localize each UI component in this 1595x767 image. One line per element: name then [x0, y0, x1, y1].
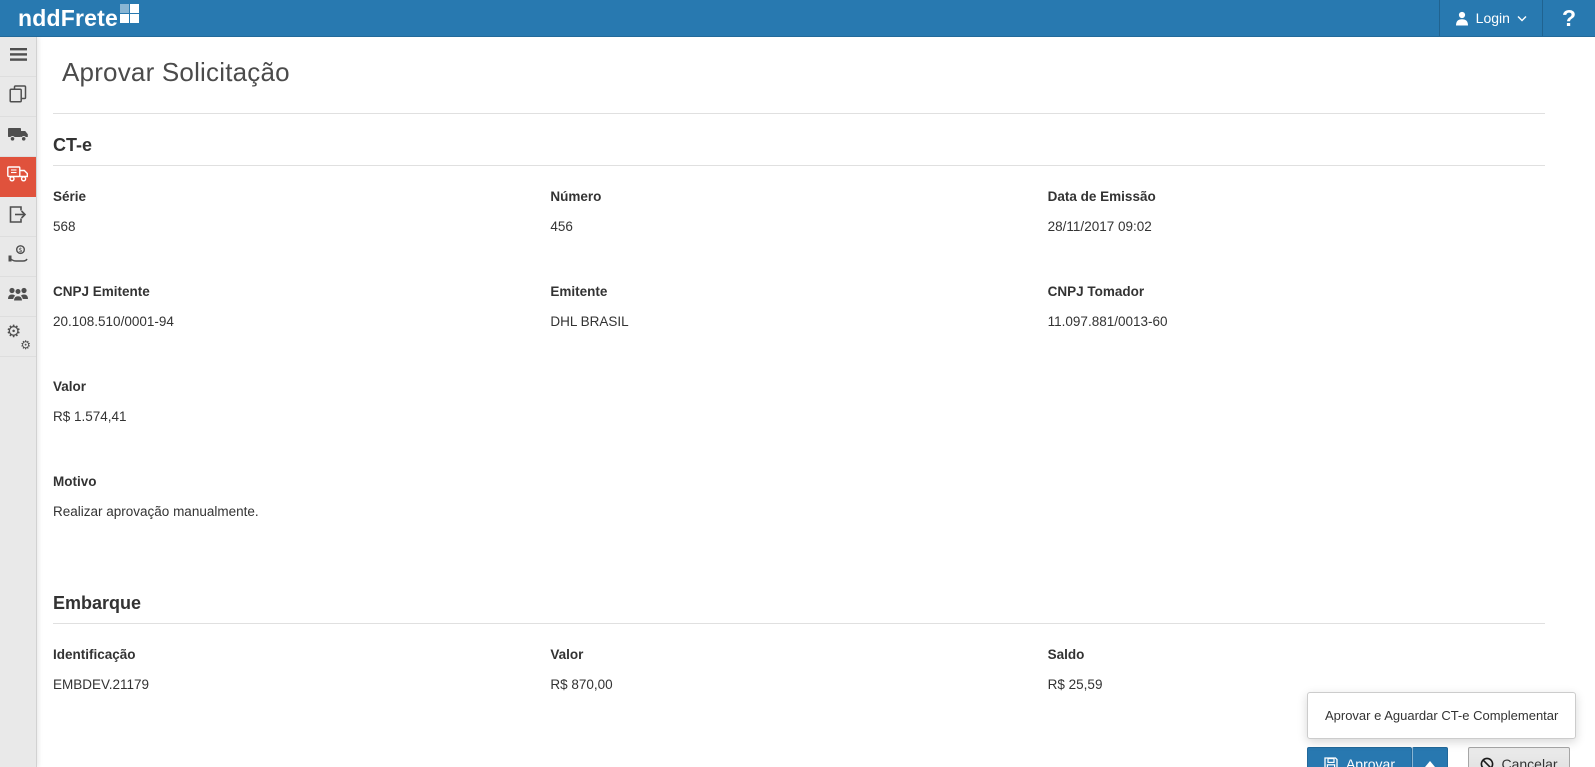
field-serie: Série 568 [53, 189, 550, 234]
field-value: 11.097.881/0013-60 [1048, 314, 1525, 329]
cancel-button[interactable]: Cancelar [1468, 747, 1570, 767]
question-icon: ? [1562, 5, 1576, 32]
cte-fields-row-2: CNPJ Emitente 20.108.510/0001-94 Emitent… [53, 284, 1545, 356]
logo-squares-icon [120, 4, 139, 23]
field-label: CNPJ Tomador [1048, 284, 1525, 299]
field-label: CNPJ Emitente [53, 284, 530, 299]
app-logo: nddFrete [18, 3, 139, 33]
divider [53, 165, 1545, 166]
users-group-icon [7, 286, 29, 307]
field-label: Emitente [550, 284, 1027, 299]
caret-up-icon [1425, 761, 1435, 767]
field-value: 28/11/2017 09:02 [1048, 219, 1525, 234]
sidebar-item-settings[interactable]: ⚙⚙ [0, 317, 36, 357]
field-numero: Número 456 [550, 189, 1047, 234]
field-label: Valor [550, 647, 1027, 662]
field-value: Realizar aprovação manualmente. [53, 504, 530, 519]
document-export-icon [9, 206, 27, 228]
field-value: EMBDEV.21179 [53, 677, 530, 692]
field-identificacao: Identificação EMBDEV.21179 [53, 647, 550, 692]
field-label: Número [550, 189, 1027, 204]
cancel-button-label: Cancelar [1501, 756, 1557, 767]
field-data-emissao: Data de Emissão 28/11/2017 09:02 [1048, 189, 1545, 234]
actions-row: Aprovar e Aguardar CT-e Complementar Apr… [53, 747, 1570, 767]
divider [53, 623, 1545, 624]
hamburger-icon [10, 48, 27, 66]
cte-fields-row-3: Valor R$ 1.574,41 [53, 379, 1545, 451]
copy-documents-icon [9, 85, 27, 108]
section-cte: CT-e Série 568 Número 456 Data de Emissã… [53, 135, 1545, 546]
app-header: nddFrete Login ? [0, 0, 1595, 37]
user-icon [1455, 11, 1469, 26]
field-value: 456 [550, 219, 1027, 234]
field-label: Identificação [53, 647, 530, 662]
cte-fields-row-4: Motivo Realizar aprovação manualmente. [53, 474, 1545, 546]
cte-fields-row-1: Série 568 Número 456 Data de Emissão 28/… [53, 189, 1545, 261]
field-value: 20.108.510/0001-94 [53, 314, 530, 329]
sidebar-item-payments[interactable]: $ [0, 237, 36, 277]
sidebar-item-users[interactable] [0, 277, 36, 317]
sidebar-item-menu-toggle[interactable] [0, 37, 36, 77]
section-heading-embarque: Embarque [53, 593, 1545, 614]
truck-icon [8, 127, 29, 147]
field-label: Valor [53, 379, 530, 394]
field-embarque-valor: Valor R$ 870,00 [550, 647, 1047, 692]
field-label: Data de Emissão [1048, 189, 1525, 204]
header-right: Login ? [1439, 0, 1595, 36]
ban-icon [1480, 757, 1494, 767]
menu-item-approve-wait-complementary[interactable]: Aprovar e Aguardar CT-e Complementar [1325, 708, 1558, 723]
approve-button-label: Aprovar [1346, 756, 1395, 767]
sidebar-item-fleet[interactable] [0, 117, 36, 157]
field-label: Série [53, 189, 530, 204]
field-value: R$ 1.574,41 [53, 409, 530, 424]
login-menu[interactable]: Login [1440, 0, 1542, 36]
save-icon [1324, 757, 1338, 767]
field-value: DHL BRASIL [550, 314, 1027, 329]
field-value: 568 [53, 219, 530, 234]
field-valor: Valor R$ 1.574,41 [53, 379, 550, 424]
logo-text: nddFrete [18, 3, 118, 33]
approve-split-button: Aprovar [1307, 747, 1448, 767]
truck-invoice-icon [7, 166, 29, 187]
field-emitente: Emitente DHL BRASIL [550, 284, 1047, 329]
field-value: R$ 25,59 [1048, 677, 1525, 692]
field-motivo: Motivo Realizar aprovação manualmente. [53, 474, 550, 519]
sidebar-item-documents[interactable] [0, 77, 36, 117]
field-label: Saldo [1048, 647, 1525, 662]
sidebar-item-freight-approval[interactable] [0, 157, 36, 197]
hand-coin-icon: $ [8, 245, 28, 268]
main-content: Aprovar Solicitação CT-e Série 568 Númer… [37, 37, 1595, 767]
field-cnpj-emitente: CNPJ Emitente 20.108.510/0001-94 [53, 284, 550, 329]
sidebar-item-export[interactable] [0, 197, 36, 237]
divider [53, 113, 1545, 114]
field-label: Motivo [53, 474, 530, 489]
field-saldo: Saldo R$ 25,59 [1048, 647, 1545, 692]
section-heading-cte: CT-e [53, 135, 1545, 156]
approve-dropdown-toggle[interactable] [1412, 747, 1448, 767]
action-bar: Aprovar e Aguardar CT-e Complementar Apr… [1307, 747, 1570, 767]
chevron-down-icon [1517, 15, 1527, 22]
help-button[interactable]: ? [1543, 0, 1595, 36]
svg-text:$: $ [18, 246, 22, 254]
approve-dropdown-menu: Aprovar e Aguardar CT-e Complementar [1307, 692, 1576, 739]
field-value: R$ 870,00 [550, 677, 1027, 692]
login-label: Login [1476, 10, 1510, 26]
field-cnpj-tomador: CNPJ Tomador 11.097.881/0013-60 [1048, 284, 1545, 329]
page-title: Aprovar Solicitação [62, 57, 1545, 88]
gears-icon: ⚙⚙ [7, 326, 29, 348]
sidebar: $ ⚙⚙ [0, 37, 37, 767]
approve-button[interactable]: Aprovar [1307, 747, 1412, 767]
